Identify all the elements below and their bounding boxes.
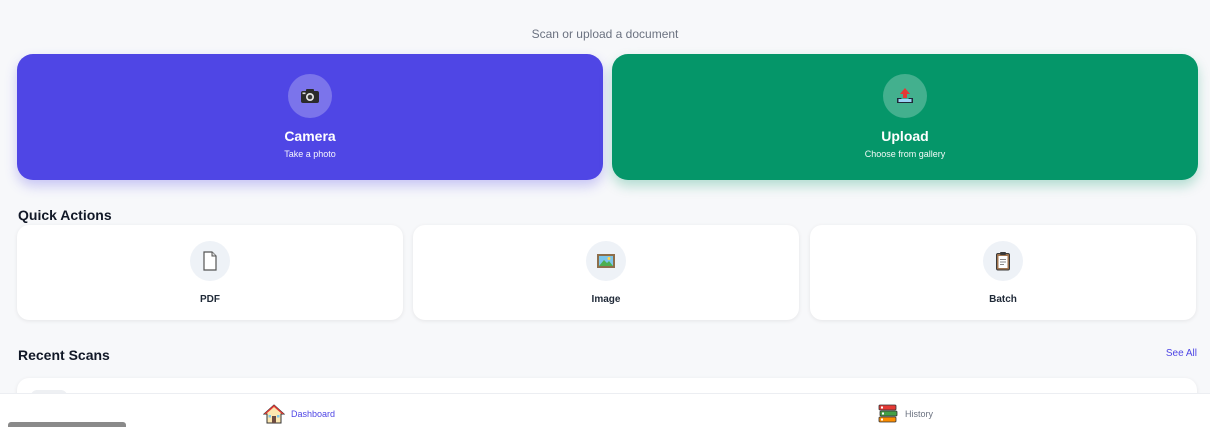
nav-item-dashboard[interactable]: Dashboard bbox=[263, 404, 335, 424]
pdf-icon-circle bbox=[190, 241, 230, 281]
recent-scans-title: Recent Scans bbox=[18, 347, 110, 363]
nav-label-dashboard: Dashboard bbox=[291, 409, 336, 419]
camera-icon bbox=[301, 89, 319, 103]
image-icon-circle bbox=[586, 241, 626, 281]
camera-button[interactable]: Camera Take a photo bbox=[17, 54, 603, 180]
books-icon bbox=[878, 404, 898, 423]
camera-title: Camera bbox=[284, 128, 336, 144]
quick-action-label: PDF bbox=[200, 294, 220, 305]
home-indicator bbox=[8, 422, 126, 427]
camera-subtitle: Take a photo bbox=[284, 149, 336, 159]
upload-button[interactable]: Upload Choose from gallery bbox=[612, 54, 1198, 180]
quick-action-label: Batch bbox=[989, 294, 1017, 305]
quick-action-batch[interactable]: Batch bbox=[810, 225, 1196, 320]
camera-icon-circle bbox=[288, 74, 332, 118]
page-subtitle: Scan or upload a document bbox=[531, 27, 679, 41]
upload-tray-icon bbox=[897, 88, 913, 103]
nav-label-history: History bbox=[905, 409, 934, 419]
upload-title: Upload bbox=[881, 128, 929, 144]
see-all-link[interactable]: See All bbox=[1166, 348, 1197, 359]
clipboard-icon bbox=[996, 252, 1010, 271]
nav-item-history[interactable]: History bbox=[877, 404, 933, 424]
quick-actions-title: Quick Actions bbox=[18, 207, 112, 223]
batch-icon-circle bbox=[983, 241, 1023, 281]
upload-subtitle: Choose from gallery bbox=[864, 149, 946, 159]
home-icon bbox=[263, 404, 285, 424]
picture-icon bbox=[597, 254, 615, 268]
upload-icon-circle bbox=[883, 74, 927, 118]
quick-action-pdf[interactable]: PDF bbox=[17, 225, 403, 320]
quick-action-label: Image bbox=[591, 294, 621, 305]
bottom-nav: Dashboard History bbox=[0, 393, 1210, 427]
document-icon bbox=[203, 251, 217, 271]
quick-action-image[interactable]: Image bbox=[413, 225, 799, 320]
